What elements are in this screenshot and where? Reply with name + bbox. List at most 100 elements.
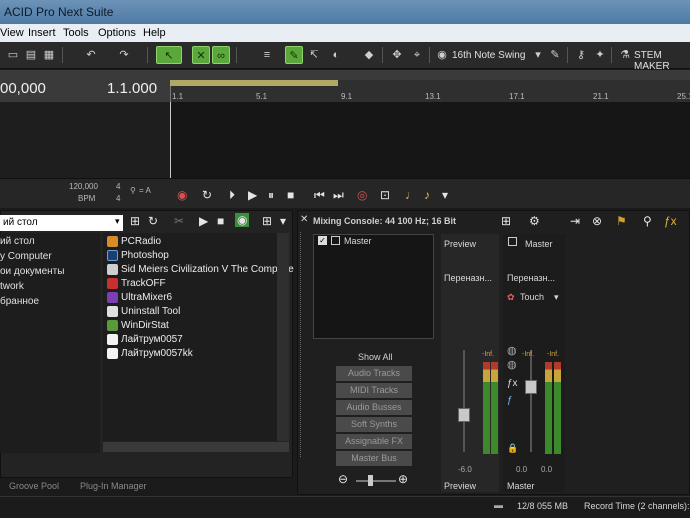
select-tool-icon[interactable]: ↸ — [305, 46, 323, 64]
metronome-record-icon[interactable]: ◎ — [357, 188, 367, 202]
preview-route[interactable]: Переназн... — [444, 273, 492, 283]
filter-master-bus-button[interactable]: Master Bus — [336, 451, 412, 466]
zoom-in-icon[interactable]: ⊕ — [398, 472, 408, 486]
filter-midi-tracks-button[interactable]: MIDI Tracks — [336, 383, 412, 398]
tab-plugin-manager[interactable]: Plug-In Manager — [80, 481, 147, 491]
preview-fader[interactable] — [458, 408, 470, 422]
time-tool-icon[interactable]: ⌖ — [408, 46, 426, 64]
grid-icon[interactable]: ≡ — [258, 46, 276, 64]
open-icon[interactable]: ▤ — [22, 46, 40, 64]
lock-envelopes-icon[interactable]: ∞ — [212, 46, 230, 64]
save-icon[interactable]: ▦ — [40, 46, 58, 64]
auto-crossfade-icon[interactable]: ✕ — [192, 46, 210, 64]
swing-dropdown[interactable]: 16th Note Swing — [452, 50, 525, 61]
filter-soft-synths-button[interactable]: Soft Synths — [336, 417, 412, 432]
go-to-start-icon[interactable]: ⏮ — [314, 188, 325, 203]
mixer-track-list[interactable] — [313, 234, 434, 339]
file-item[interactable]: Лайтрум0057kk — [121, 348, 193, 359]
menu-view[interactable]: View — [0, 27, 24, 39]
track-area[interactable] — [171, 102, 690, 180]
lock-icon[interactable]: 🔒 — [507, 443, 518, 454]
menu-options[interactable]: Options — [98, 27, 136, 39]
automation-mode[interactable]: Touch — [520, 292, 544, 302]
filter-assignable-fx-button[interactable]: Assignable FX — [336, 434, 412, 449]
mixer-grip[interactable] — [300, 232, 308, 457]
loop-region[interactable] — [170, 80, 338, 86]
menu-insert[interactable]: Insert — [28, 27, 56, 39]
dim-icon[interactable]: ⚲ — [643, 214, 652, 228]
new-icon[interactable]: ▭ — [4, 46, 22, 64]
downmix-icon[interactable]: ⚑ — [616, 214, 627, 228]
horizontal-scrollbar[interactable] — [103, 442, 289, 452]
explorer-stop-icon[interactable]: ■ — [217, 214, 224, 228]
stem-maker-button[interactable]: STEM MAKER — [634, 50, 690, 72]
project-key[interactable]: = A — [139, 186, 151, 195]
master-route[interactable]: Переназн... — [507, 273, 555, 283]
tree-item[interactable]: twork — [0, 281, 24, 292]
record-icon[interactable]: ◉ — [177, 188, 187, 202]
edit-swing-icon[interactable]: ✎ — [546, 46, 564, 64]
file-item[interactable]: Photoshop — [121, 250, 169, 261]
paint-tool-icon[interactable]: ◐ — [327, 46, 345, 64]
draw-tool-icon[interactable]: ✎ — [285, 46, 303, 64]
time-signature-top[interactable]: 4 — [116, 182, 120, 191]
auto-preview-icon[interactable]: ◉ — [235, 213, 250, 227]
master-checkbox[interactable]: ✓ — [318, 236, 327, 245]
loop-icon[interactable]: ↻ — [202, 188, 212, 202]
enable-snapping-icon[interactable]: ↖ — [156, 46, 182, 64]
tree-item[interactable]: y Computer — [0, 251, 52, 262]
master-mute-icon[interactable]: ◍ — [507, 358, 517, 371]
filter-audio-busses-button[interactable]: Audio Busses — [336, 400, 412, 415]
insert-fx-icon[interactable]: ⊗ — [592, 214, 602, 228]
time-signature-bottom[interactable]: 4 — [116, 194, 120, 203]
stop-icon[interactable]: ■ — [287, 188, 294, 202]
chevron-down-icon[interactable]: ▾ — [554, 292, 559, 303]
explorer-address-field[interactable]: ий стол — [0, 215, 123, 231]
chevron-down-icon[interactable]: ▾ — [532, 46, 544, 64]
bpm-value[interactable]: 120,000 — [69, 182, 98, 191]
play-from-start-icon[interactable]: ⏵ — [229, 188, 235, 203]
views-icon[interactable]: ⊞ — [262, 214, 272, 228]
gear-icon[interactable]: ⚙ — [529, 214, 540, 228]
file-item[interactable]: PCRadio — [121, 236, 161, 247]
file-item[interactable]: WinDirStat — [121, 320, 169, 331]
file-item[interactable]: Sid Meiers Civilization V The Complete — [121, 264, 294, 275]
zoom-out-icon[interactable]: ⊖ — [338, 472, 348, 486]
bus-icon[interactable]: ✦ — [591, 46, 609, 64]
up-folder-icon[interactable]: ⊞ — [130, 214, 140, 228]
zoom-slider[interactable] — [356, 480, 396, 482]
insert-bus-icon[interactable]: ⇥ — [570, 214, 580, 228]
chevron-down-icon[interactable]: ▾ — [115, 216, 120, 227]
undo-icon[interactable]: ↶ — [82, 46, 100, 64]
audio-input-icon[interactable]: ♪ — [424, 188, 430, 202]
erase-tool-icon[interactable]: ◆ — [360, 46, 378, 64]
metronome-icon[interactable]: ♩ — [405, 188, 417, 202]
track-list[interactable] — [0, 102, 170, 180]
vertical-scrollbar[interactable] — [277, 233, 289, 441]
plugin-icon[interactable]: ⚷ — [572, 46, 590, 64]
explorer-play-icon[interactable]: ▶ — [199, 214, 208, 228]
chevron-down-icon[interactable]: ▾ — [442, 188, 448, 202]
delete-icon[interactable]: ✂ — [174, 214, 184, 228]
master-fader[interactable] — [525, 380, 537, 394]
tree-item[interactable]: бранное — [0, 296, 39, 307]
close-icon[interactable]: ✕ — [300, 214, 308, 225]
master-fx-icon[interactable]: ƒx — [507, 378, 518, 389]
filter-audio-tracks-button[interactable]: Audio Tracks — [336, 366, 412, 381]
tree-item[interactable]: ои документы — [0, 266, 64, 277]
envelope-tool-icon[interactable]: ✥ — [388, 46, 406, 64]
file-item[interactable]: UltraMixer6 — [121, 292, 172, 303]
file-item[interactable]: Uninstall Tool — [121, 306, 180, 317]
loop-playback-icon[interactable]: ⊡ — [380, 188, 390, 202]
tree-item[interactable]: ий стол — [0, 236, 35, 247]
pause-icon[interactable]: ⏸ — [268, 188, 274, 203]
redo-icon[interactable]: ↷ — [115, 46, 133, 64]
master-pan-icon[interactable]: ◍ — [507, 344, 517, 357]
menu-help[interactable]: Help — [143, 27, 166, 39]
fx-icon[interactable]: ƒx — [664, 214, 677, 228]
zoom-slider-thumb[interactable] — [368, 475, 373, 486]
tab-groove-pool[interactable]: Groove Pool — [9, 481, 59, 491]
go-to-end-icon[interactable]: ⏭ — [333, 188, 344, 203]
refresh-icon[interactable]: ↻ — [148, 214, 158, 228]
chevron-down-icon[interactable]: ▾ — [280, 214, 286, 228]
